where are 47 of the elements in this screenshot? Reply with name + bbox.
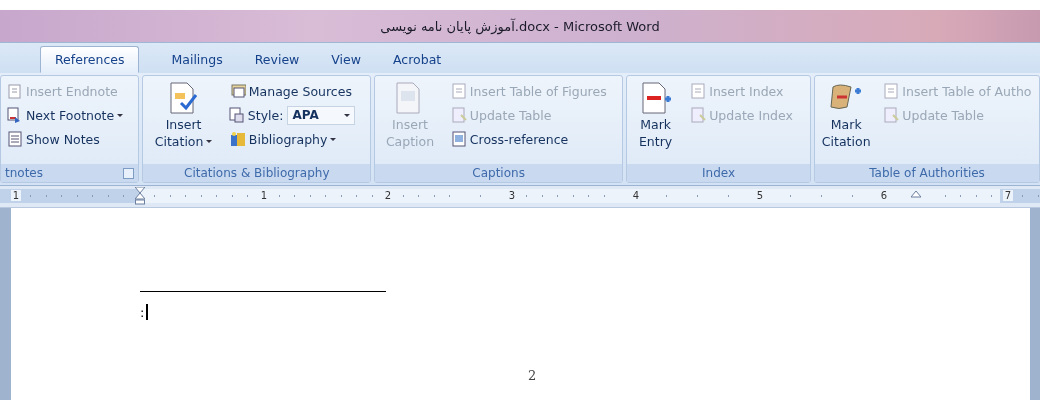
ruler-number: 5 <box>754 190 766 201</box>
ruler-number: 6 <box>878 190 890 201</box>
document-icon <box>450 83 467 99</box>
update-icon <box>883 107 900 123</box>
ribbon-button[interactable]: Insert Citation <box>147 79 220 151</box>
document-icon <box>883 83 900 99</box>
style-icon <box>227 107 244 123</box>
ribbon-button[interactable]: Next Footnote <box>5 103 135 127</box>
ribbon-button[interactable]: Mark Citation <box>819 79 874 151</box>
ruler-number: 1 <box>258 190 270 201</box>
ribbon-tab[interactable]: View <box>317 46 375 73</box>
update-icon <box>450 107 467 123</box>
style-label: Style: <box>247 107 284 123</box>
ribbon-button[interactable]: Cross-reference <box>448 127 618 151</box>
group-label: Captions <box>471 166 526 180</box>
page-number: 2 <box>528 368 538 383</box>
ribbon-button[interactable]: Bibliography <box>227 127 367 151</box>
document-icon <box>690 83 707 99</box>
text-cursor <box>146 304 148 320</box>
ribbon-tab[interactable]: Mailings <box>157 46 237 73</box>
dialog-launcher-icon[interactable] <box>123 168 135 179</box>
update-icon <box>690 107 707 123</box>
document-icon <box>7 131 23 147</box>
ribbon-tab[interactable]: Acrobat <box>379 46 456 73</box>
ruler-number: 2 <box>382 190 394 201</box>
group-label: Citations & Bibliography <box>183 166 331 180</box>
document-page[interactable]: : 2 <box>11 208 1030 400</box>
folder-icon <box>229 83 246 99</box>
cross-reference-icon <box>450 131 467 147</box>
style-dropdown[interactable]: APA <box>287 105 356 125</box>
ruler-number: 3 <box>506 190 518 201</box>
ribbon-button[interactable]: Manage Sources <box>227 79 367 103</box>
ruler-number: 7 <box>1002 190 1014 201</box>
ribbon-tab[interactable]: References <box>40 46 140 73</box>
ruler-number: 4 <box>630 190 642 201</box>
ribbon-button[interactable]: Mark Entry <box>631 79 681 151</box>
ruler-number: 1 <box>10 190 22 201</box>
group-label: Table of Authorities <box>868 166 986 180</box>
window-title: آموزش پایان نامه نویسی.docx - Microsoft Word <box>380 18 660 34</box>
group-label: Index <box>701 166 737 180</box>
ribbon-tab[interactable]: Review <box>240 46 314 73</box>
group-label: tnotes <box>4 166 44 180</box>
footnote-text: : <box>140 304 145 320</box>
books-icon <box>229 131 246 147</box>
ribbon-button[interactable]: Show Notes <box>5 127 135 151</box>
indent-marker-icon[interactable] <box>135 187 145 205</box>
note-icon <box>7 83 23 99</box>
